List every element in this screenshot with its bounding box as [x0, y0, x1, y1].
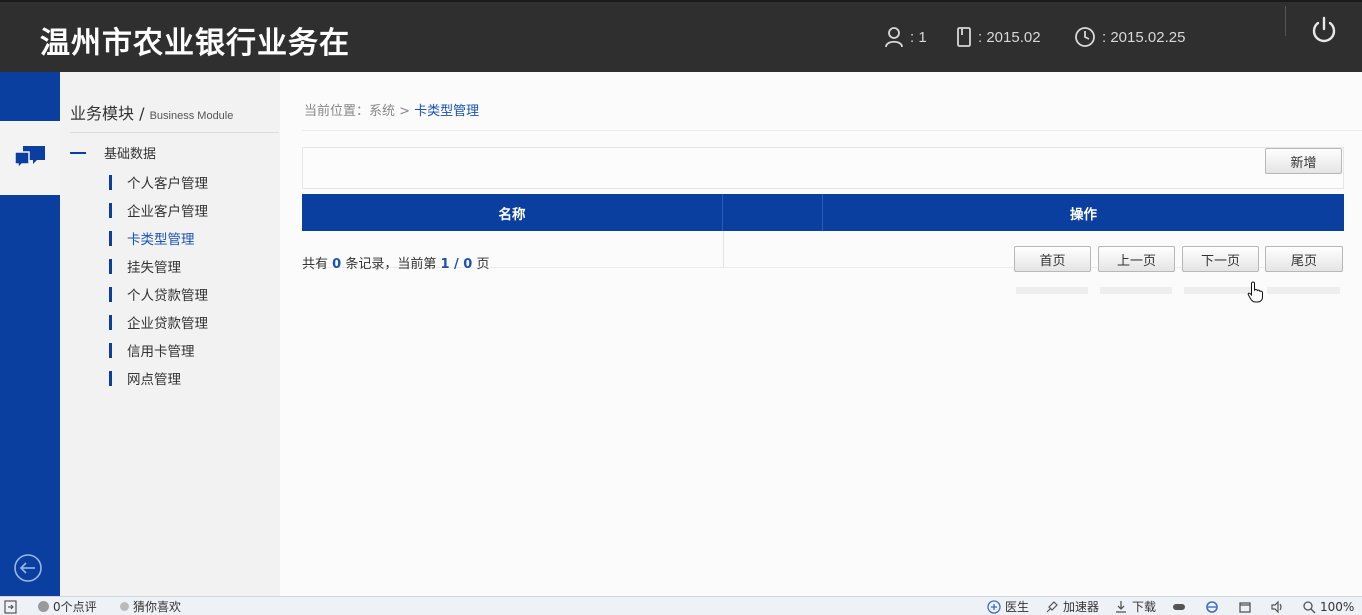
main-content: 当前位置：系统 > 卡类型管理 新增 名称 操作 共有 0 条记录，当前第 1 …: [280, 72, 1362, 596]
sidebar: 业务模块 / Business Module 基础数据 个人客户管理 企业客户管…: [60, 72, 280, 596]
prev-page-button[interactable]: 上一页: [1098, 246, 1175, 272]
rail-item-business[interactable]: [0, 121, 60, 195]
dot-icon: [120, 602, 129, 611]
module-title: 业务模块 / Business Module: [70, 100, 279, 133]
chat-icon: [14, 146, 45, 170]
zoom-control[interactable]: 100%: [1302, 599, 1354, 614]
sidebar-item-loss-report[interactable]: 挂失管理: [109, 252, 208, 280]
window-icon[interactable]: [1238, 599, 1252, 614]
first-page-button[interactable]: 首页: [1014, 246, 1091, 272]
user-icon: [885, 27, 903, 48]
accelerator-button[interactable]: 加速器: [1045, 599, 1099, 614]
sidebar-item-personal-loan[interactable]: 个人贷款管理: [109, 280, 208, 308]
sidebar-item-branch[interactable]: 网点管理: [109, 364, 208, 392]
back-button[interactable]: [12, 552, 44, 584]
column-header-actions[interactable]: 操作: [823, 194, 1344, 231]
hand-cursor-icon: [1247, 281, 1265, 307]
nav-group-label: 基础数据: [104, 147, 157, 162]
collapse-dash-icon: [70, 151, 86, 154]
magnifier-icon: [1303, 600, 1316, 613]
add-button[interactable]: 新增: [1265, 148, 1342, 174]
month-value: 2015.02: [986, 28, 1041, 46]
review-icon: [38, 601, 49, 612]
column-header-name[interactable]: 名称: [302, 194, 723, 231]
nav-marker: [109, 230, 112, 246]
column-header-spacer: [723, 194, 823, 231]
user-count-indicator: : 1: [884, 24, 927, 50]
app-header: 温州市农业银行业务在 : 1 : 2015.02 : 2015.02.25: [0, 0, 1362, 72]
sidebar-item-card-type[interactable]: 卡类型管理: [109, 224, 208, 252]
date-value: 2015.02.25: [1110, 28, 1186, 46]
current-page: 1 / 0: [440, 257, 473, 272]
volume-icon[interactable]: [1270, 599, 1284, 614]
nav-marker: [109, 342, 112, 358]
power-icon: [1312, 16, 1336, 43]
plus-circle-icon: [987, 599, 1001, 614]
reviews-status[interactable]: 0个点评: [38, 599, 97, 614]
browser-statusbar: 0个点评 猜你喜欢 医生 加速器 下载 100%: [0, 596, 1362, 615]
sidebar-item-enterprise-customer[interactable]: 企业客户管理: [109, 196, 208, 224]
user-count: 1: [918, 28, 927, 46]
button-shadow: [1100, 287, 1172, 294]
ie-icon[interactable]: [1205, 599, 1219, 614]
breadcrumb-current[interactable]: 卡类型管理: [414, 104, 479, 119]
breadcrumb: 当前位置：系统 > 卡类型管理: [304, 104, 480, 119]
row-separator: [723, 231, 724, 268]
button-shadow: [1184, 287, 1256, 294]
next-page-button[interactable]: 下一页: [1182, 246, 1259, 272]
sidebar-item-personal-customer[interactable]: 个人客户管理: [109, 168, 208, 196]
month-indicator: : 2015.02: [956, 24, 1041, 50]
toolbar: [302, 147, 1344, 189]
arrow-left-circle-icon: [14, 554, 42, 582]
clock-icon: [1075, 27, 1095, 47]
guess-you-like[interactable]: 猜你喜欢: [120, 599, 181, 614]
rocket-icon: [1046, 600, 1058, 612]
game-icon[interactable]: [1172, 599, 1186, 614]
doctor-button[interactable]: 医生: [987, 599, 1029, 614]
nav-marker: [109, 314, 112, 330]
nav-marker: [109, 286, 112, 302]
download-button[interactable]: 下载: [1114, 599, 1156, 614]
exit-icon[interactable]: [4, 599, 18, 614]
sidebar-item-credit-card[interactable]: 信用卡管理: [109, 336, 208, 364]
date-indicator: : 2015.02.25: [1074, 24, 1185, 50]
download-icon: [1116, 600, 1126, 613]
left-rail: [0, 72, 60, 596]
last-page-button[interactable]: 尾页: [1265, 246, 1343, 272]
nav-marker: [109, 258, 112, 274]
header-divider: [1285, 6, 1286, 36]
module-subtitle: Business Module: [149, 110, 234, 122]
nav-marker: [109, 370, 112, 386]
power-button[interactable]: [1306, 12, 1342, 48]
nav-list: 个人客户管理 企业客户管理 卡类型管理 挂失管理 个人贷款管理 企业贷款管理 信…: [109, 168, 208, 392]
total-records: 0: [332, 257, 342, 272]
button-shadow: [1267, 287, 1340, 294]
nav-marker: [109, 202, 112, 218]
app-title: 温州市农业银行业务在: [40, 26, 350, 61]
bookmark-icon: [957, 27, 971, 47]
breadcrumb-divider: [302, 130, 1362, 131]
nav-group-basic-data[interactable]: 基础数据: [70, 143, 156, 162]
pager-info: 共有 0 条记录，当前第 1 / 0 页: [302, 257, 490, 272]
table-header: 名称 操作: [302, 194, 1344, 231]
nav-marker: [109, 174, 112, 190]
button-shadow: [1016, 287, 1088, 294]
sidebar-item-enterprise-loan[interactable]: 企业贷款管理: [109, 308, 208, 336]
